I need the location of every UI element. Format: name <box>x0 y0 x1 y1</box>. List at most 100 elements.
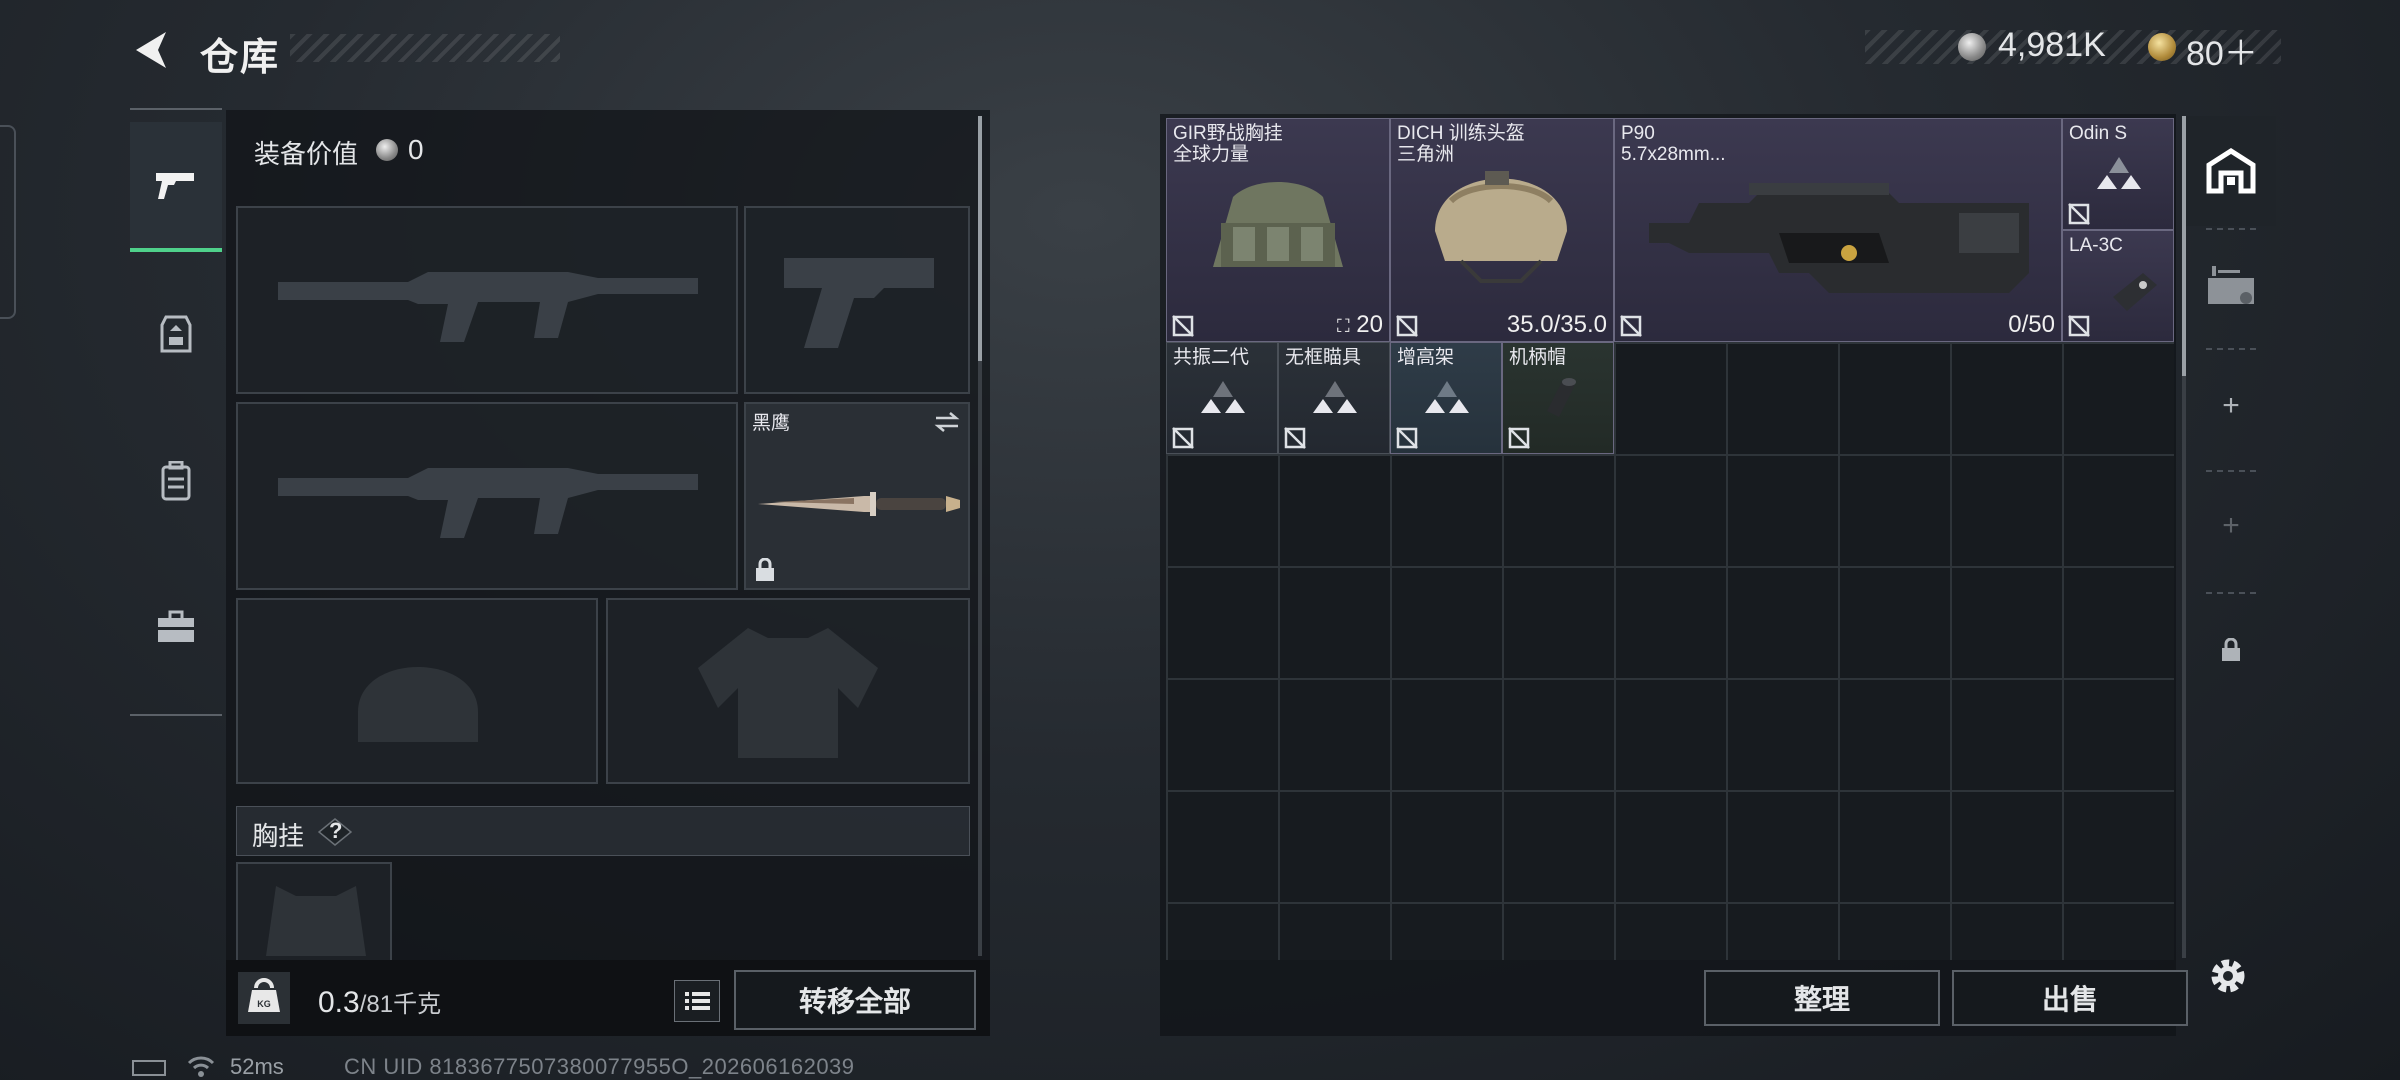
settings-button[interactable] <box>2204 952 2252 1000</box>
p90-smg-image <box>1649 183 2029 293</box>
rail-divider <box>2206 228 2256 230</box>
ping-readout: 52ms <box>230 1054 284 1079</box>
warehouse-item[interactable]: GIR野战胸挂 全球力量 ⛶ 20 <box>1166 118 1390 342</box>
backpack-icon <box>161 461 191 501</box>
attachment-placeholder-icon <box>1201 381 1245 413</box>
helmet-slot[interactable] <box>236 598 598 784</box>
attachment-placeholder-icon <box>1425 381 1469 413</box>
item-stat: ⛶ 20 <box>1337 311 1383 338</box>
no-insure-icon <box>1172 427 1194 449</box>
grip-cap-image <box>1547 378 1576 417</box>
item-name: Odin S <box>2069 123 2128 144</box>
laser-module-image <box>2113 273 2157 311</box>
storage-tab-weapon-case[interactable] <box>2186 236 2276 336</box>
rail-divider <box>2206 470 2256 472</box>
gold-coin-icon <box>2148 33 2176 61</box>
page-title: 仓库 <box>200 37 281 79</box>
attachment-placeholder-icon <box>1313 381 1357 413</box>
gear-icon <box>2211 959 2245 993</box>
title-decoration <box>290 34 560 62</box>
weapon-case-icon <box>2208 266 2254 304</box>
svg-text:KG: KG <box>257 999 271 1009</box>
item-name: 增高架 <box>1397 347 1455 368</box>
item-stat: 0/50 <box>2008 311 2055 338</box>
body-armor-slot[interactable] <box>606 598 970 784</box>
chest-rig-slot[interactable] <box>236 862 392 962</box>
armor-icon <box>160 315 192 353</box>
back-arrow-icon <box>136 32 166 68</box>
lock-icon <box>756 558 774 581</box>
secondary-weapon-slot[interactable] <box>236 402 738 590</box>
weight-current: 0.3 <box>318 986 360 1019</box>
item-name: GIR野战胸挂 全球力量 <box>1173 123 1283 165</box>
item-name: 机柄帽 <box>1509 347 1567 368</box>
silver-coin-icon <box>1958 33 1986 61</box>
locked-storage-slot[interactable] <box>2186 600 2276 700</box>
melee-slot[interactable]: 黑鹰 <box>744 402 970 590</box>
storage-tab-main[interactable] <box>2186 116 2276 226</box>
item-name: LA-3C <box>2069 235 2123 256</box>
sidearm-slot[interactable] <box>744 206 970 394</box>
no-insure-icon <box>2068 203 2090 225</box>
no-insure-icon <box>1396 315 1418 337</box>
warehouse-item[interactable]: 无框瞄具 <box>1278 342 1390 454</box>
warehouse-grid[interactable]: GIR野战胸挂 全球力量 ⛶ 20 DICH 训练头盔 三角洲 35.0/35.0 … <box>1166 118 2174 960</box>
item-stat: 35.0/35.0 <box>1506 311 1607 338</box>
plus-icon: + <box>2222 509 2240 542</box>
silver-balance: 4,981K <box>1998 26 2106 64</box>
rifle-silhouette-icon <box>278 468 698 538</box>
category-rail <box>130 108 222 716</box>
add-storage-button[interactable]: + <box>2186 356 2276 456</box>
capacity-icon: ⛶ <box>1337 316 1350 336</box>
rail-divider <box>2206 592 2256 594</box>
side-drawer-handle[interactable] <box>0 125 16 319</box>
no-insure-icon <box>2068 315 2090 337</box>
swap-icon[interactable] <box>932 410 962 434</box>
warehouse-item[interactable]: 共振二代 <box>1166 342 1278 454</box>
no-insure-icon <box>1284 427 1306 449</box>
sell-button[interactable]: 出售 <box>1952 970 2188 1026</box>
transfer-all-button[interactable]: 转移全部 <box>734 970 976 1030</box>
pistol-icon <box>156 173 194 199</box>
list-icon <box>685 992 710 1010</box>
helmet-image <box>1435 171 1567 283</box>
equip-value: 0 <box>408 134 424 165</box>
equip-value-label: 装备价值 <box>254 139 359 169</box>
chest-rig-label: 胸挂 <box>252 821 305 851</box>
no-insure-icon <box>1620 315 1642 337</box>
no-insure-icon <box>1172 315 1194 337</box>
warehouse-item[interactable]: Odin S <box>2062 118 2174 230</box>
back-button[interactable] <box>128 26 176 74</box>
lock-icon <box>2222 638 2240 661</box>
warehouse-item[interactable]: 增高架 <box>1390 342 1502 454</box>
warehouse-item[interactable]: 机柄帽 <box>1502 342 1614 454</box>
rifle-silhouette-icon <box>278 272 698 342</box>
plus-icon: + <box>2222 389 2240 422</box>
tab-armor[interactable] <box>130 270 222 400</box>
warehouse-item[interactable]: DICH 训练头盔 三角洲 35.0/35.0 <box>1390 118 1614 342</box>
chest-rig-image <box>1213 182 1343 267</box>
no-insure-icon <box>1508 427 1530 449</box>
loadout-scrollbar-thumb[interactable] <box>978 116 982 361</box>
rail-divider <box>2206 348 2256 350</box>
wifi-icon <box>187 1056 215 1077</box>
tab-backpack[interactable] <box>130 416 222 546</box>
weight-icon-box: KG <box>238 972 290 1024</box>
weight-max: /81千克 <box>359 991 442 1018</box>
list-view-button[interactable] <box>674 980 720 1022</box>
primary-weapon-slot[interactable] <box>236 206 738 394</box>
warehouse-icon <box>2206 148 2256 194</box>
toolbox-icon <box>158 610 194 642</box>
tab-toolbox[interactable] <box>130 562 222 692</box>
warehouse-item[interactable]: P90 5.7x28mm... 0/50 <box>1614 118 2062 342</box>
attachment-placeholder-icon <box>2097 157 2141 189</box>
sort-button[interactable]: 整理 <box>1704 970 1940 1026</box>
silver-coin-icon <box>376 139 398 161</box>
help-button[interactable]: ? <box>318 818 352 846</box>
warehouse-item[interactable]: LA-3C <box>2062 230 2174 342</box>
tab-weapons[interactable] <box>130 122 222 252</box>
chest-rig-silhouette-icon <box>266 886 366 956</box>
user-uid: CN UID 8183677507380077955O_202606162039 <box>344 1054 855 1079</box>
gold-balance[interactable]: 80＋ <box>2186 26 2258 75</box>
help-mark: ? <box>329 818 343 843</box>
